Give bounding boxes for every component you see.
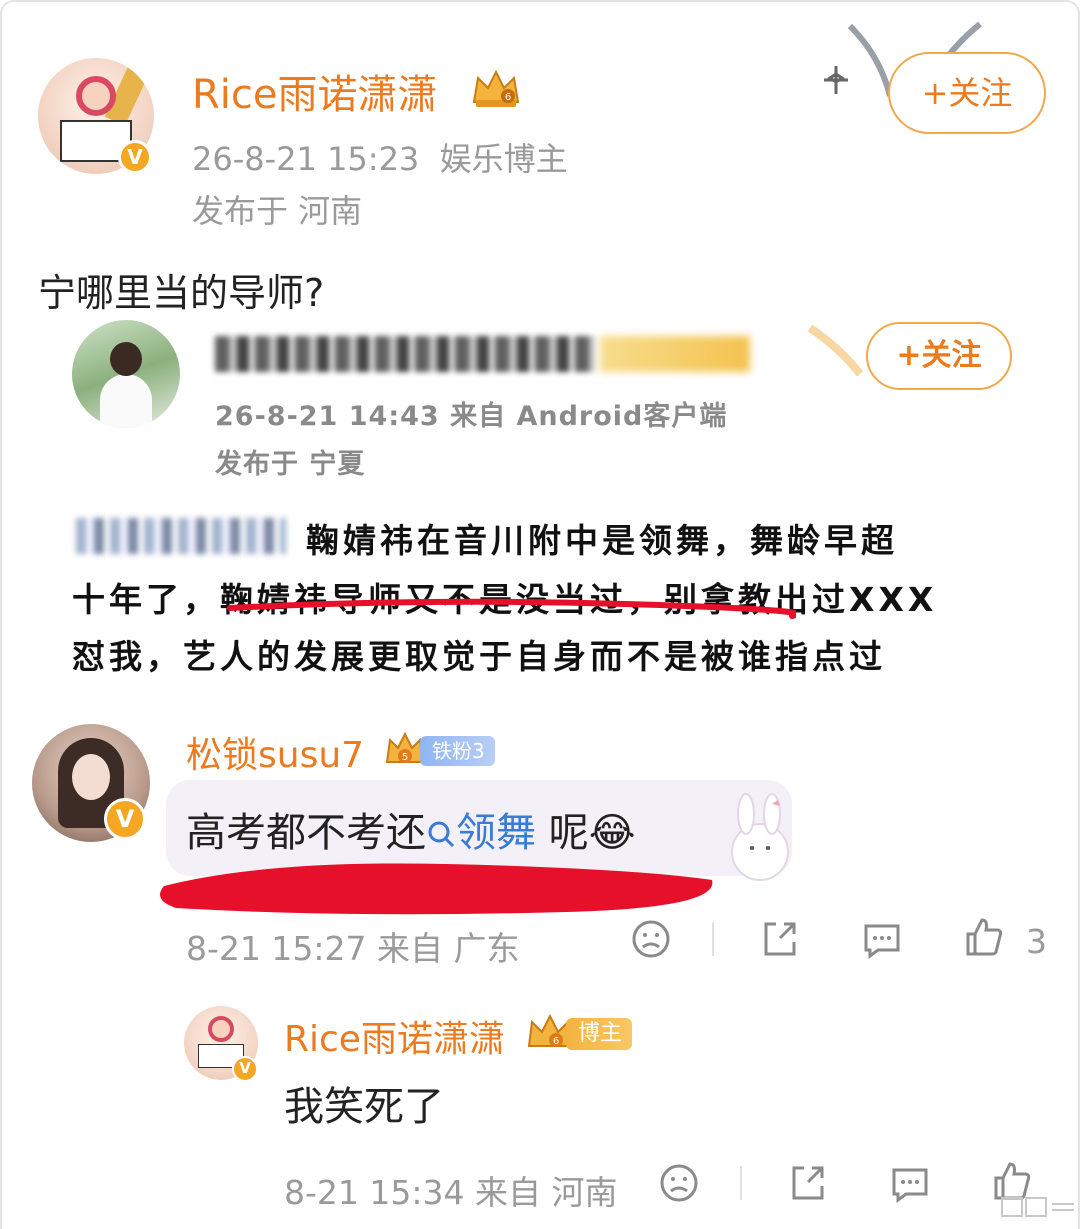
blurred-user-badge	[600, 336, 750, 372]
fan-level-crown-icon: 6	[472, 69, 520, 107]
verified-badge-icon: V	[232, 1056, 258, 1082]
author-role: 娱乐博主	[439, 140, 568, 178]
verified-badge-icon: V	[118, 140, 152, 174]
commenter-name[interactable]: 松锁susu7	[186, 726, 364, 778]
fan-badge-label: 铁粉3	[420, 736, 495, 766]
blurred-mention	[76, 518, 286, 554]
cropped-text-fragment	[40, 706, 230, 724]
post-time: 26-8-21 15:23	[192, 140, 420, 178]
watermark-icon	[1001, 1197, 1074, 1217]
post-location: 发布于 河南	[192, 192, 363, 230]
quoted-text-line-1: 鞠婧祎在音川附中是领舞，舞龄早超	[306, 521, 898, 560]
quoted-text-line-3: 怼我，艺人的发展更取觉于自身而不是被谁指点过	[72, 637, 886, 676]
blurred-username	[215, 336, 595, 372]
post-meta-time-role: 26-8-21 15:23 娱乐博主	[192, 134, 568, 180]
blogger-badge-label: 博主	[566, 1018, 633, 1050]
follow-button[interactable]: +关注	[888, 52, 1046, 134]
sad-face-icon[interactable]	[630, 918, 672, 960]
comment-time-location: 8-21 15:27 来自 广东	[186, 929, 520, 968]
verified-badge-icon: V	[104, 798, 146, 840]
post-text: 宁哪里当的导师?	[38, 271, 325, 315]
reply-text: 我笑死了	[284, 1084, 444, 1130]
quoted-follow-button: +关注	[866, 322, 1012, 390]
thumbs-up-icon[interactable]	[962, 916, 1006, 960]
reply-time-location: 8-21 15:34 来自 河南	[284, 1173, 618, 1212]
search-icon	[428, 821, 455, 848]
red-redaction-mark	[160, 863, 713, 915]
quoted-location: 发布于 宁夏	[215, 449, 366, 480]
red-underline-mark	[227, 598, 796, 619]
action-divider	[740, 1166, 742, 1200]
avatar-face	[76, 76, 116, 116]
svg-text:5: 5	[402, 752, 408, 763]
avatar-body	[100, 374, 152, 428]
action-divider	[712, 922, 714, 956]
avatar-face	[208, 1016, 234, 1042]
author-name[interactable]: Rice雨诺潇潇	[192, 62, 438, 120]
svg-text:6: 6	[553, 1036, 559, 1047]
share-icon[interactable]	[786, 1162, 828, 1204]
sad-face-icon[interactable]	[658, 1162, 700, 1204]
quoted-author-avatar	[72, 320, 180, 428]
share-icon[interactable]	[758, 918, 800, 960]
comment-icon[interactable]	[888, 1162, 932, 1206]
quoted-time-source: 26-8-21 14:43 来自 Android客户端	[215, 401, 728, 432]
svg-text:6: 6	[505, 92, 511, 103]
replier-name[interactable]: Rice雨诺潇潇	[284, 1010, 505, 1062]
avatar-head	[110, 342, 142, 376]
comment-icon[interactable]	[860, 918, 904, 962]
avatar-face	[72, 754, 110, 800]
like-count: 3	[1026, 922, 1047, 961]
